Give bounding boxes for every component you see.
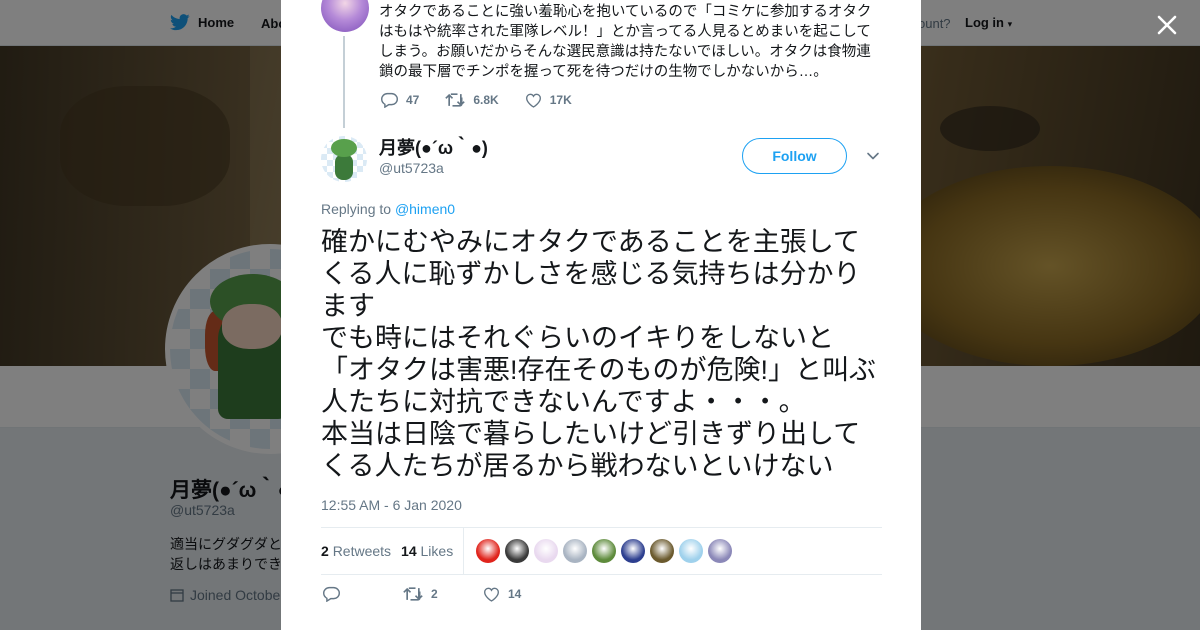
parent-like-button[interactable]: 17K bbox=[525, 92, 572, 108]
liker-avatar[interactable] bbox=[679, 539, 704, 563]
parent-like-count: 17K bbox=[549, 93, 572, 107]
retweet-icon bbox=[445, 93, 466, 107]
reply-icon bbox=[323, 586, 340, 602]
liker-avatar[interactable] bbox=[621, 539, 646, 563]
liker-avatar[interactable] bbox=[476, 539, 501, 563]
author-avatar[interactable] bbox=[321, 136, 367, 182]
author-handle[interactable]: @ut5723a bbox=[379, 160, 444, 176]
follow-button[interactable]: Follow bbox=[742, 138, 847, 174]
parent-reply-button[interactable]: 47 bbox=[381, 92, 419, 108]
like-count: 14 bbox=[508, 587, 522, 601]
parent-tweet-actions: 47 6.8K 17K bbox=[381, 92, 598, 108]
retweet-count: 2 bbox=[431, 587, 438, 601]
like-button[interactable]: 14 bbox=[483, 586, 563, 602]
retweet-button[interactable]: 2 bbox=[403, 586, 483, 602]
parent-retweet-count: 6.8K bbox=[473, 93, 499, 107]
parent-tweet-text: オタクであることに強い羞恥心を抱いているので「コミケに参加するオタクはもはや統率… bbox=[379, 4, 872, 80]
tweet-stats: 2 Retweets 14 Likes bbox=[321, 527, 882, 575]
liker-avatar[interactable] bbox=[534, 539, 559, 563]
replying-to-link[interactable]: @himen0 bbox=[395, 201, 455, 217]
retweet-stat-count: 2 bbox=[321, 543, 329, 559]
author-name[interactable]: 月夢(●´ω｀●) bbox=[379, 134, 488, 160]
replying-to: Replying to @himen0 bbox=[321, 201, 455, 217]
thread-connector-line bbox=[343, 36, 345, 128]
replying-prefix: Replying to bbox=[321, 201, 392, 217]
parent-reply-count: 47 bbox=[406, 93, 420, 107]
tweet-actions: 2 14 bbox=[323, 586, 563, 602]
liker-avatar[interactable] bbox=[650, 539, 675, 563]
like-stat[interactable]: 14 Likes bbox=[401, 543, 453, 559]
liker-avatar[interactable] bbox=[505, 539, 530, 563]
liker-avatars bbox=[476, 539, 733, 563]
liker-avatar[interactable] bbox=[563, 539, 588, 563]
chevron-down-icon[interactable] bbox=[865, 148, 881, 164]
retweet-stat-label: Retweets bbox=[332, 543, 392, 559]
stats-divider bbox=[463, 527, 465, 575]
retweet-icon bbox=[403, 587, 423, 601]
retweet-stat[interactable]: 2 Retweets bbox=[321, 543, 391, 559]
parent-retweet-button[interactable]: 6.8K bbox=[445, 92, 499, 108]
like-stat-label: Likes bbox=[420, 543, 454, 559]
tweet-modal: オタクであることに強い羞恥心を抱いているので「コミケに参加するオタクはもはや統率… bbox=[281, 0, 921, 630]
parent-tweet-avatar[interactable] bbox=[321, 0, 369, 32]
tweet-text: 確かにむやみにオタクであることを主張してくる人に恥ずかしさを感じる気持ちは分かり… bbox=[321, 227, 877, 481]
heart-icon bbox=[483, 587, 500, 602]
liker-avatar[interactable] bbox=[708, 539, 733, 563]
close-icon[interactable] bbox=[1154, 12, 1180, 38]
tweet-author: 月夢(●´ω｀●) @ut5723a Follow bbox=[321, 134, 881, 184]
liker-avatar[interactable] bbox=[592, 539, 617, 563]
heart-icon bbox=[525, 93, 541, 108]
tweet-timestamp[interactable]: 12:55 AM - 6 Jan 2020 bbox=[321, 497, 462, 513]
reply-button[interactable] bbox=[323, 586, 403, 602]
reply-icon bbox=[381, 92, 398, 108]
like-stat-count: 14 bbox=[401, 543, 417, 559]
